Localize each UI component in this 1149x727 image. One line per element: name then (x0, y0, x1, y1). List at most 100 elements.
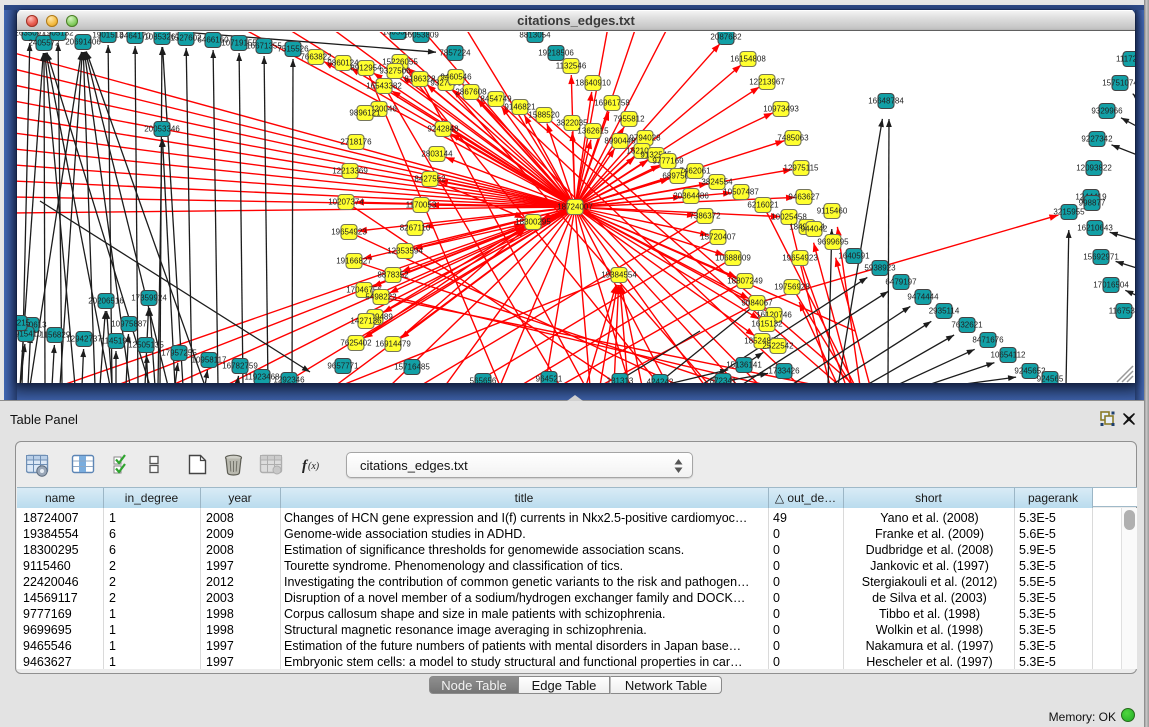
svg-text:8267110: 8267110 (400, 224, 431, 233)
svg-text:19756928: 19756928 (774, 283, 810, 292)
svg-text:8912954: 8912954 (350, 64, 382, 73)
svg-text:10973493: 10973493 (763, 105, 799, 114)
svg-text:16961758: 16961758 (594, 99, 630, 108)
svg-text:10688609: 10688609 (715, 254, 751, 263)
svg-text:9896121: 9896121 (349, 109, 381, 118)
svg-text:15720407: 15720407 (700, 233, 736, 242)
svg-text:9329966: 9329966 (1091, 107, 1123, 116)
svg-text:998877: 998877 (1079, 199, 1106, 208)
svg-text:2718176: 2718176 (340, 138, 372, 147)
svg-text:6216021: 6216021 (747, 201, 779, 210)
svg-text:12353594: 12353594 (387, 247, 423, 256)
svg-text:1733426: 1733426 (768, 367, 800, 376)
svg-text:18300295: 18300295 (515, 218, 551, 227)
svg-text:872341: 872341 (710, 377, 737, 383)
svg-text:9084067: 9084067 (741, 299, 773, 308)
svg-text:19166827: 19166827 (336, 257, 372, 266)
svg-text:1167533: 1167533 (1109, 307, 1135, 316)
svg-text:9657771: 9657771 (327, 362, 359, 371)
svg-text:7485063: 7485063 (777, 134, 809, 143)
svg-text:15751074: 15751074 (1102, 79, 1135, 88)
svg-text:84215: 84215 (17, 319, 31, 328)
svg-text:7625402: 7625402 (340, 339, 372, 348)
svg-text:1292346: 1292346 (273, 376, 305, 383)
svg-text:8427552: 8427552 (414, 175, 446, 184)
svg-text:(x): (x) (308, 461, 320, 472)
svg-text:1117205: 1117205 (1116, 55, 1135, 64)
svg-text:2935114: 2935114 (929, 307, 960, 316)
svg-text:1132546: 1132546 (556, 62, 587, 71)
svg-text:1362615: 1362615 (577, 127, 609, 136)
svg-text:8813054: 8813054 (519, 32, 551, 40)
svg-text:1427136: 1427136 (350, 317, 382, 326)
svg-text:10975887: 10975887 (111, 320, 147, 329)
svg-text:16648784: 16648784 (868, 97, 904, 106)
svg-text:12505135: 12505135 (128, 341, 164, 350)
svg-text:2087682: 2087682 (710, 33, 742, 42)
svg-text:10654112: 10654112 (991, 351, 1027, 360)
svg-text:20364486: 20364486 (673, 192, 709, 201)
svg-text:10507487: 10507487 (723, 188, 759, 197)
svg-text:15716485: 15716485 (394, 363, 430, 372)
svg-text:7632621: 7632621 (951, 321, 983, 330)
svg-text:12213967: 12213967 (749, 78, 785, 87)
svg-text:6479197: 6479197 (885, 278, 917, 287)
svg-text:12213369: 12213369 (332, 167, 368, 176)
svg-text:9242848: 9242848 (427, 125, 459, 134)
svg-text:20206516: 20206516 (88, 297, 124, 306)
svg-text:9227342: 9227342 (1081, 135, 1113, 144)
svg-text:15136141: 15136141 (726, 361, 762, 370)
svg-text:17359924: 17359924 (131, 294, 167, 303)
svg-text:19654923: 19654923 (782, 254, 818, 263)
svg-text:9115460: 9115460 (817, 207, 848, 216)
svg-text:9463627: 9463627 (788, 193, 820, 202)
svg-text:9794028: 9794028 (629, 134, 661, 143)
svg-text:19654923: 19654923 (331, 228, 367, 237)
svg-text:16914479: 16914479 (375, 340, 411, 349)
svg-text:5938923: 5938923 (864, 264, 896, 273)
svg-text:1145194: 1145194 (101, 337, 132, 346)
svg-text:3824554: 3824554 (701, 178, 733, 187)
svg-text:16782759: 16782759 (222, 362, 258, 371)
svg-text:15692971: 15692971 (1083, 253, 1119, 262)
svg-text:2803144: 2803144 (421, 150, 453, 159)
svg-text:131313: 131313 (607, 377, 634, 383)
svg-text:1170053: 1170053 (406, 201, 437, 210)
svg-text:18807249: 18807249 (727, 277, 763, 286)
svg-text:8471676: 8471676 (972, 336, 1004, 345)
svg-text:924565: 924565 (1037, 375, 1064, 383)
svg-text:1640591: 1640591 (838, 252, 870, 261)
svg-text:18640910: 18640910 (575, 79, 611, 88)
svg-text:18724007: 18724007 (557, 203, 593, 212)
svg-text:12942737: 12942737 (66, 335, 102, 344)
svg-text:12093822: 12093822 (1076, 164, 1112, 173)
svg-text:2522542: 2522542 (762, 342, 794, 351)
svg-text:9777169: 9777169 (652, 157, 684, 166)
svg-text:964521: 964521 (536, 375, 563, 383)
svg-text:7857224: 7857224 (439, 49, 471, 58)
svg-text:20053346: 20053346 (144, 125, 180, 134)
svg-text:565656: 565656 (470, 377, 497, 383)
svg-text:7462061: 7462061 (679, 167, 711, 176)
svg-text:8878352: 8878352 (377, 271, 409, 280)
svg-text:17016504: 17016504 (1093, 281, 1129, 290)
svg-text:9699695: 9699695 (817, 238, 849, 247)
svg-text:424242: 424242 (647, 378, 674, 383)
svg-text:12975115: 12975115 (784, 164, 820, 173)
svg-text:944042: 944042 (801, 225, 828, 234)
svg-text:3215955: 3215955 (1053, 208, 1085, 217)
svg-text:5498222: 5498222 (365, 293, 397, 302)
svg-text:10207374: 10207374 (328, 198, 364, 207)
svg-text:7386372: 7386372 (689, 212, 721, 221)
svg-text:1615132: 1615132 (751, 320, 783, 329)
svg-text:16210643: 16210643 (1077, 224, 1113, 233)
svg-text:7955812: 7955812 (613, 115, 645, 124)
svg-text:9474444: 9474444 (907, 293, 939, 302)
svg-text:19384554: 19384554 (601, 271, 637, 280)
svg-text:16543382: 16543382 (366, 82, 402, 91)
svg-text:9460546: 9460546 (440, 73, 472, 82)
svg-text:1588520: 1588520 (528, 111, 560, 120)
svg-text:16053809: 16053809 (403, 32, 439, 40)
svg-text:19218506: 19218506 (538, 49, 574, 58)
svg-text:16154808: 16154808 (730, 55, 766, 64)
